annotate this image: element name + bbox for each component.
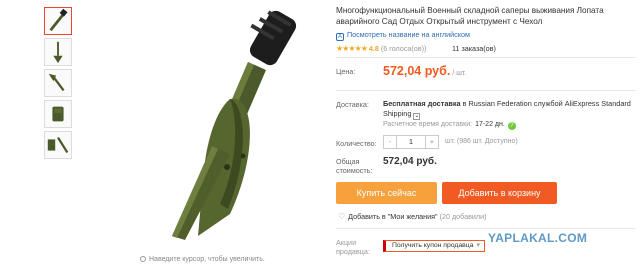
quantity-plus-button[interactable]: + <box>425 135 439 149</box>
thumbnail-shovel-side[interactable] <box>44 69 72 97</box>
divider <box>336 57 636 58</box>
quantity-availability: шт. (986 шт. Доступно) <box>445 138 518 145</box>
translate-link[interactable]: A Посмотреть название на английском <box>336 30 636 41</box>
quantity-input[interactable]: 1 <box>397 135 425 149</box>
shipping-method[interactable]: Бесплатная доставка в Russian Federation… <box>383 99 635 120</box>
thumbnail-list <box>44 7 74 162</box>
orders-count: 11 заказа(ов) <box>452 44 496 53</box>
thumbnail-shovel-folded[interactable] <box>44 7 72 35</box>
translate-link-label: Посмотреть название на английском <box>347 30 470 39</box>
price-label: Цена: <box>336 67 356 76</box>
votes-link[interactable]: (6 голоса(ов)) <box>381 44 427 53</box>
magnifier-icon <box>140 256 146 262</box>
seller-promo-label: Акции продавца: <box>336 238 370 256</box>
wishlist-count: (20 добавили) <box>439 212 487 221</box>
price-amount: 572,04 руб. <box>383 64 451 78</box>
thumbnail-pouch[interactable] <box>44 100 72 128</box>
thumbnail-set[interactable] <box>44 131 72 159</box>
price-value: 572,04 руб. / шт. <box>383 64 466 78</box>
total-label: Общая стоимость: <box>336 157 373 175</box>
main-product-image[interactable] <box>80 4 325 254</box>
wishlist-link[interactable]: ♡ Добавить в "Мои желания" (20 добавили) <box>338 212 487 221</box>
divider <box>336 90 636 91</box>
quantity-label: Количество: <box>336 139 377 148</box>
chevron-down-icon[interactable]: ⌄ <box>413 113 421 120</box>
star-rating-icon: ★★★★★ <box>336 44 368 53</box>
rating-row: ★★★★★ 4.8 (6 голоса(ов)) 11 заказа(ов) <box>336 44 636 54</box>
free-shipping-text: Бесплатная доставка <box>383 99 461 108</box>
chevron-down-icon: ▾ <box>476 242 480 249</box>
eta-days: 17-22 дн. <box>475 121 505 128</box>
zoom-hint-text: Наведите курсор, чтобы увеличить. <box>149 256 265 263</box>
buy-now-button[interactable]: Купить сейчас <box>336 182 437 204</box>
rating-value: 4.8 <box>368 44 379 53</box>
translate-icon: A <box>336 33 344 41</box>
divider <box>336 228 636 229</box>
help-icon[interactable]: ? <box>507 122 516 130</box>
heart-icon: ♡ <box>338 212 346 221</box>
product-info: Многофункциональный Военный складной сап… <box>336 5 636 54</box>
eta-label: Расчетное время доставки: <box>383 121 473 128</box>
wishlist-text: Добавить в "Мои желания" <box>348 212 438 221</box>
product-title: Многофункциональный Военный складной сап… <box>336 6 604 26</box>
quantity-stepper: - 1 + <box>383 135 439 149</box>
thumbnail-shovel-open[interactable] <box>44 38 72 66</box>
coupon-label: Получить купон продавца <box>392 242 474 249</box>
add-to-cart-button[interactable]: Добавить в корзину <box>442 182 557 204</box>
total-value: 572,04 руб. <box>383 156 437 167</box>
delivery-estimate: Расчетное время доставки: 17-22 дн.? <box>383 121 516 130</box>
watermark: YAPLAKAL.COM <box>488 231 588 245</box>
price-unit: / шт. <box>452 70 467 77</box>
shipping-label: Доставка: <box>336 100 369 109</box>
zoom-hint: Наведите курсор, чтобы увеличить. <box>140 256 265 263</box>
quantity-minus-button[interactable]: - <box>383 135 397 149</box>
get-coupon-dropdown[interactable]: Получить купон продавца ▾ <box>383 240 485 252</box>
folding-shovel-image <box>172 10 297 240</box>
